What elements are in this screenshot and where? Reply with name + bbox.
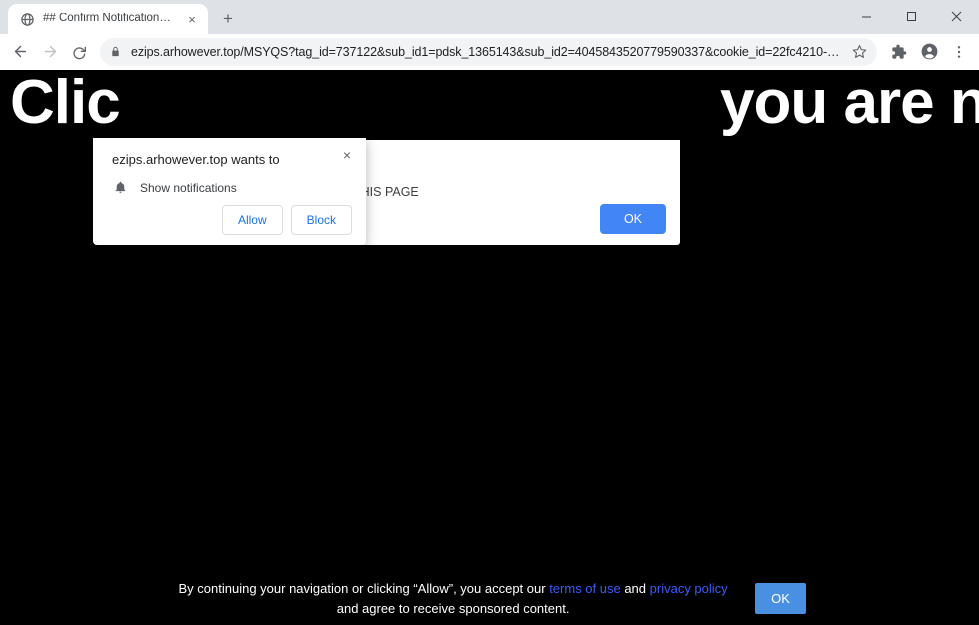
permission-option-row: Show notifications xyxy=(112,179,350,196)
consent-text-part3: and agree to receive sponsored content. xyxy=(336,600,570,616)
terms-of-use-link[interactable]: terms of use xyxy=(549,581,621,596)
tab-close-icon[interactable]: × xyxy=(184,11,200,27)
consent-ok-button[interactable]: OK xyxy=(755,583,806,615)
back-arrow-icon[interactable] xyxy=(6,38,34,66)
js-alert-actions: OK xyxy=(599,204,666,234)
consent-text-part2: and xyxy=(620,580,650,596)
browser-tab[interactable]: ## Confirm Notifications ## × xyxy=(8,4,208,34)
page-content: Clic you are not a By continuing your na… xyxy=(0,70,979,625)
tab-title: ## Confirm Notifications ## xyxy=(43,13,176,25)
browser-toolbar: ezips.arhowever.top/MSYQS?tag_id=737122&… xyxy=(0,34,979,70)
js-alert-ok-button[interactable]: OK xyxy=(599,204,666,234)
minimize-button[interactable] xyxy=(844,0,889,32)
lock-icon[interactable] xyxy=(106,43,124,61)
block-button[interactable]: Block xyxy=(290,205,352,235)
tab-strip: ## Confirm Notifications ## × + xyxy=(0,0,979,34)
maximize-button[interactable] xyxy=(889,0,934,32)
permission-option-label: Show notifications xyxy=(140,180,237,195)
consent-banner: By continuing your navigation or clickin… xyxy=(0,579,979,619)
url-text: ezips.arhowever.top/MSYQS?tag_id=737122&… xyxy=(131,44,840,59)
three-dot-menu-icon[interactable] xyxy=(945,38,973,66)
puzzle-piece-icon[interactable] xyxy=(885,38,913,66)
notification-permission-dialog: × ezips.arhowever.top wants to Show noti… xyxy=(93,138,366,245)
reload-icon[interactable] xyxy=(66,38,94,66)
browser-window: ## Confirm Notifications ## × + ezips.ar… xyxy=(0,0,979,625)
bell-icon xyxy=(112,179,129,196)
globe-icon xyxy=(19,11,35,27)
consent-text-part1: By continuing your navigation or clickin… xyxy=(178,580,550,596)
address-bar[interactable]: ezips.arhowever.top/MSYQS?tag_id=737122&… xyxy=(100,37,877,66)
close-window-button[interactable] xyxy=(934,0,979,32)
forward-arrow-icon[interactable] xyxy=(36,38,64,66)
permission-actions: Allow Block xyxy=(221,205,352,235)
permission-dialog-title: ezips.arhowever.top wants to xyxy=(112,152,280,167)
page-headline: Clic you are not a xyxy=(10,70,979,137)
privacy-policy-link[interactable]: privacy policy xyxy=(650,581,728,596)
consent-text: By continuing your navigation or clickin… xyxy=(173,579,733,619)
profile-avatar-icon[interactable] xyxy=(915,38,943,66)
new-tab-button[interactable]: + xyxy=(214,5,242,33)
allow-button[interactable]: Allow xyxy=(221,205,283,235)
window-controls xyxy=(844,0,979,32)
star-icon[interactable] xyxy=(847,40,871,64)
close-icon[interactable]: × xyxy=(337,145,357,165)
